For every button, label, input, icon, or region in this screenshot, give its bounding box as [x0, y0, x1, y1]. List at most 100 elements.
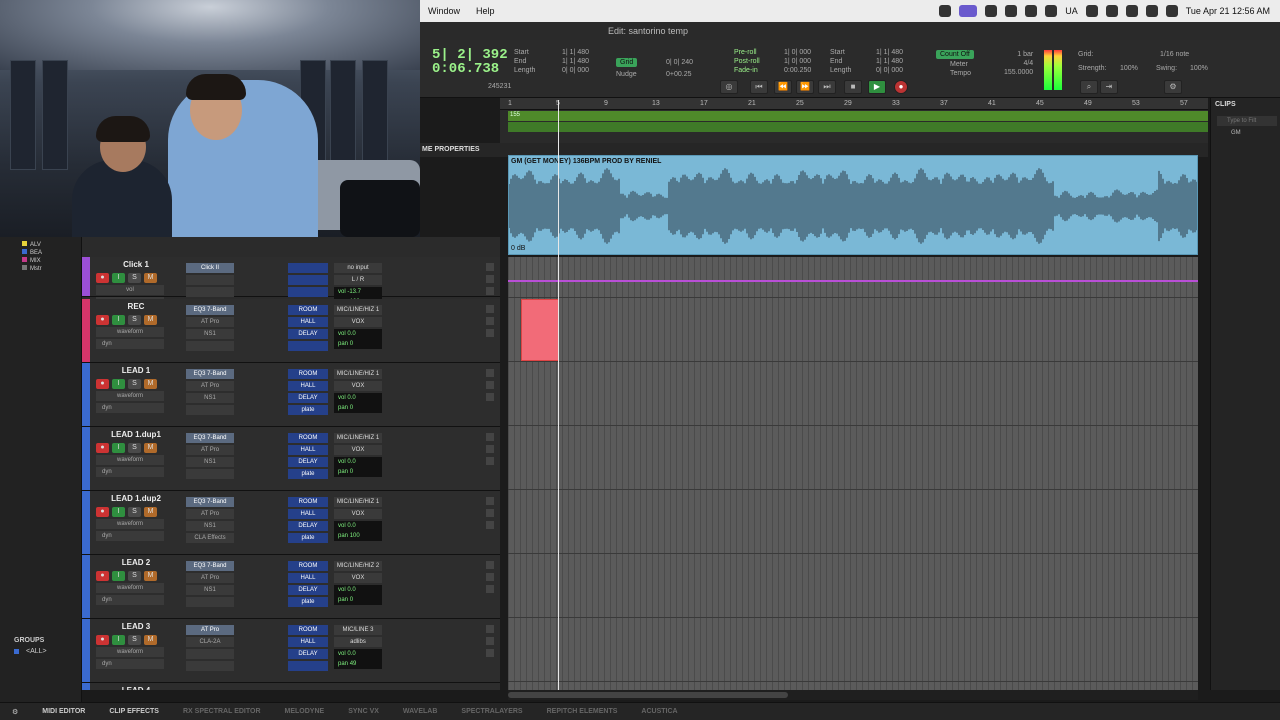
record-enable-button[interactable]: ●	[96, 273, 109, 283]
insert-slot-b[interactable]: CLA-2A	[186, 637, 234, 647]
record-enable-button[interactable]: ●	[96, 507, 109, 517]
solo-button[interactable]: S	[128, 379, 141, 389]
track-options-icon[interactable]	[486, 561, 494, 569]
return-to-zero-button[interactable]: ⏮	[750, 80, 768, 94]
bottom-settings-icon[interactable]: ⚙	[0, 708, 30, 716]
input-monitor-button[interactable]: I	[112, 315, 125, 325]
bar-number[interactable]: 9	[604, 100, 608, 107]
insert-slot-c[interactable]	[186, 649, 234, 659]
grid-value[interactable]: 0| 0| 240	[666, 58, 693, 67]
mute-button[interactable]: M	[144, 571, 157, 581]
insert-slot-d[interactable]	[186, 341, 234, 351]
bar-number[interactable]: 45	[1036, 100, 1044, 107]
track-list-icon[interactable]	[486, 275, 494, 283]
insert-slot-d[interactable]: CLA Effects	[186, 533, 234, 543]
send-d[interactable]: plate	[288, 469, 328, 479]
ua-connect-icon[interactable]	[985, 5, 998, 17]
send-d[interactable]: plate	[288, 533, 328, 543]
tray-ua-text[interactable]: UA	[1065, 6, 1078, 16]
output-selector[interactable]: adlibs	[334, 637, 382, 647]
datetime[interactable]: Tue Apr 21 12:56 AM	[1186, 6, 1270, 16]
playhead-cursor[interactable]	[558, 100, 559, 690]
track-header[interactable]: REC ● I S Mwaveform dyn EQ3 7-Band AT Pro NS1 ROO…	[82, 299, 500, 363]
track-options-icon[interactable]	[486, 305, 494, 313]
insert-slot-b[interactable]: AT Pro	[186, 381, 234, 391]
add-lane-icon[interactable]	[486, 649, 494, 657]
insert-slot-b[interactable]: AT Pro	[186, 445, 234, 455]
add-lane-icon[interactable]	[486, 393, 494, 401]
send-b[interactable]: HALL	[288, 509, 328, 519]
insert-slot-c[interactable]: NS1	[186, 585, 234, 595]
output-selector[interactable]: VOX	[334, 317, 382, 327]
grid-right-value[interactable]: 1/16 note	[1160, 50, 1189, 59]
track-view-selector[interactable]: vol	[96, 285, 164, 295]
send-b[interactable]: HALL	[288, 317, 328, 327]
send-a[interactable]: ROOM	[288, 561, 328, 571]
record-enable-button[interactable]: ●	[96, 635, 109, 645]
audio-clip-gm[interactable]: GM (GET MONEY) 136BPM PROD BY RENIEL 0 d…	[508, 155, 1198, 255]
add-lane-icon[interactable]	[486, 329, 494, 337]
vol-pan-display[interactable]: vol 0.0 pan 0	[334, 393, 382, 413]
bar-number[interactable]: 57	[1180, 100, 1188, 107]
output-selector[interactable]: L / R	[334, 275, 382, 285]
strength-value[interactable]: 100%	[1120, 64, 1138, 73]
track-name[interactable]: REC	[96, 302, 176, 311]
input-monitor-button[interactable]: I	[112, 507, 125, 517]
input-monitor-button[interactable]: I	[112, 635, 125, 645]
record-enable-button[interactable]: ●	[96, 443, 109, 453]
tempo-ruler[interactable]: 155	[508, 111, 1208, 121]
wifi-icon[interactable]	[1125, 5, 1138, 17]
kontakt-icon[interactable]	[1045, 5, 1058, 17]
send-c[interactable]: DELAY	[288, 649, 328, 659]
solo-button[interactable]: S	[128, 507, 141, 517]
swing-value[interactable]: 100%	[1190, 64, 1208, 73]
record-enable-button[interactable]: ●	[96, 379, 109, 389]
bar-number[interactable]: 13	[652, 100, 660, 107]
output-selector[interactable]: VOX	[334, 573, 382, 583]
markers-ruler[interactable]	[508, 122, 1208, 132]
bar-number[interactable]: 53	[1132, 100, 1140, 107]
mute-button[interactable]: M	[144, 379, 157, 389]
rewind-button[interactable]: ⏪	[774, 80, 792, 94]
insert-slot-d[interactable]	[186, 469, 234, 479]
track-header-partial[interactable]: LEAD 4	[82, 683, 500, 690]
settings-gear-icon[interactable]: ⚙	[1164, 80, 1182, 94]
input-monitor-button[interactable]: I	[112, 443, 125, 453]
input-selector[interactable]: MIC/LINE/HIZ 1	[334, 369, 382, 379]
selection-values[interactable]: 1| 1| 480 1| 1| 480 0| 0| 000	[562, 48, 589, 75]
track-options-icon[interactable]	[486, 369, 494, 377]
insert-slot-c[interactable]: NS1	[186, 329, 234, 339]
edit-canvas[interactable]	[508, 257, 1198, 690]
bar-number[interactable]: 37	[940, 100, 948, 107]
scrollbar-thumb[interactable]	[508, 692, 788, 698]
track-options-icon[interactable]	[486, 625, 494, 633]
track-view-selector[interactable]: waveform	[96, 647, 164, 657]
track-options-icon[interactable]	[486, 433, 494, 441]
bar-number[interactable]: 21	[748, 100, 756, 107]
send-a[interactable]: ROOM	[288, 497, 328, 507]
dropbox-icon[interactable]	[1005, 5, 1018, 17]
bottom-tab[interactable]: MELODYNE	[273, 708, 337, 715]
input-selector[interactable]: MIC/LINE/HIZ 1	[334, 497, 382, 507]
track-header[interactable]: LEAD 3 ● I S Mwaveform dyn AT Pro CLA-2A ROOM HAL…	[82, 619, 500, 683]
track-name[interactable]: LEAD 3	[96, 622, 176, 631]
insert-slot-b[interactable]: AT Pro	[186, 317, 234, 327]
add-lane-icon[interactable]	[486, 521, 494, 529]
bar-number[interactable]: 41	[988, 100, 996, 107]
bottom-tab[interactable]: ACUSTICA	[629, 708, 689, 715]
track-playlist-selector[interactable]: dyn	[96, 339, 164, 349]
send-a[interactable]: ROOM	[288, 305, 328, 315]
insert-slot-d[interactable]	[186, 597, 234, 607]
send-c[interactable]: DELAY	[288, 457, 328, 467]
bar-number[interactable]: 25	[796, 100, 804, 107]
add-lane-icon[interactable]	[486, 457, 494, 465]
solo-button[interactable]: S	[128, 315, 141, 325]
send-c[interactable]	[288, 287, 328, 297]
tab-to-transient-button[interactable]: ⇥	[1100, 80, 1118, 94]
insert-slot-c[interactable]: NS1	[186, 521, 234, 531]
output-selector[interactable]: VOX	[334, 509, 382, 519]
track-header[interactable]: LEAD 2 ● I S Mwaveform dyn EQ3 7-Band AT Pro NS1…	[82, 555, 500, 619]
creative-cloud-icon[interactable]	[939, 5, 952, 17]
clip-list-item[interactable]: GM	[1231, 130, 1241, 136]
track-name[interactable]: LEAD 4	[96, 686, 176, 690]
